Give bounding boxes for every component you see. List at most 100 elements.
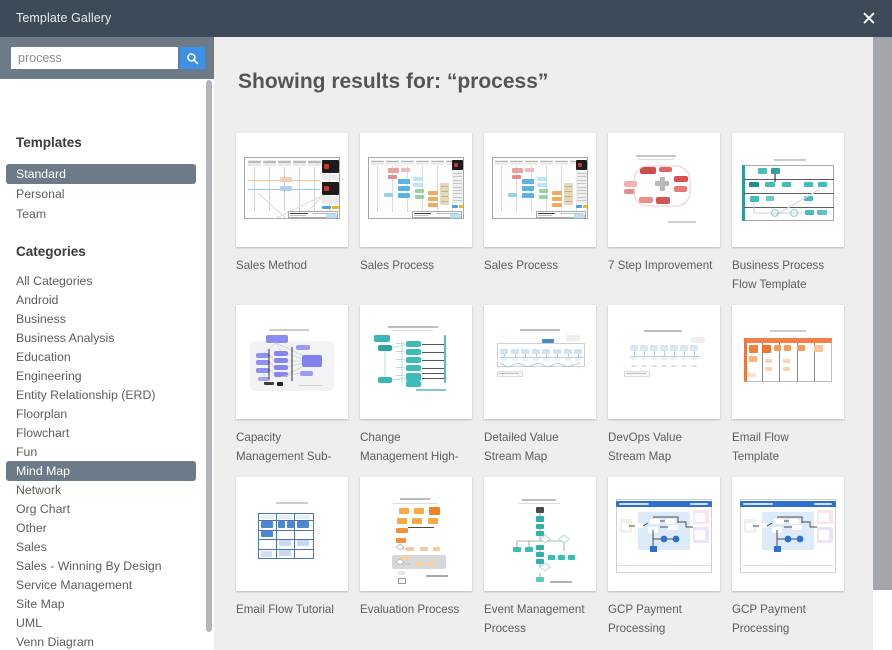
sidebar-category-all-categories[interactable]: All Categories — [0, 271, 204, 291]
templates-heading: Templates — [0, 135, 82, 150]
template-thumbnail[interactable] — [360, 477, 472, 591]
sidebar-source-team[interactable]: Team — [0, 204, 204, 224]
sidebar-category-network[interactable]: Network — [0, 480, 204, 500]
template-card[interactable]: Capacity Management Sub- — [236, 305, 348, 466]
search-button[interactable] — [180, 47, 205, 69]
template-thumbnail[interactable] — [360, 305, 472, 419]
template-card-label: Email Flow Template — [732, 428, 838, 466]
sidebar-source-standard[interactable]: Standard — [6, 164, 196, 184]
template-thumbnail[interactable] — [236, 133, 348, 247]
template-thumbnail[interactable] — [732, 305, 844, 419]
template-card[interactable]: Business Process Flow Template — [732, 133, 844, 294]
thumbnail-artwork — [608, 477, 720, 591]
template-thumbnail[interactable] — [732, 477, 844, 591]
sidebar-category-android[interactable]: Android — [0, 290, 204, 310]
template-card-label: Capacity Management Sub- — [236, 428, 342, 466]
template-card-label: Sales Method — [236, 256, 342, 275]
template-row: Email Flow Tutorial Evaluation Process Eve… — [236, 477, 876, 649]
sidebar-scroll-area[interactable]: Templates StandardPersonalTeam Categories A… — [0, 79, 214, 650]
sidebar-category-mind-map[interactable]: Mind Map — [6, 461, 196, 481]
sidebar-category-floorplan[interactable]: Floorplan — [0, 404, 204, 424]
thumbnail-artwork — [484, 477, 596, 591]
template-row: Capacity Management Sub- Change Managemen… — [236, 305, 876, 477]
title-bar: Template Gallery ✕ — [0, 0, 892, 37]
template-card-label: Email Flow Tutorial — [236, 600, 342, 619]
sidebar-category-fun[interactable]: Fun — [0, 442, 204, 462]
template-card[interactable]: Sales Process — [360, 133, 472, 275]
sidebar-category-business[interactable]: Business — [0, 309, 204, 329]
template-card[interactable]: Email Flow Template — [732, 305, 844, 466]
main-content: Showing results for: “process” Sales Met… — [214, 37, 892, 650]
sidebar: Templates StandardPersonalTeam Categories A… — [0, 37, 214, 650]
thumbnail-artwork — [236, 477, 348, 591]
main-scrollbar-track[interactable] — [873, 37, 892, 650]
template-card-label: DevOps Value Stream Map — [608, 428, 714, 466]
template-thumbnail[interactable] — [608, 305, 720, 419]
close-icon[interactable]: ✕ — [854, 4, 884, 34]
sidebar-category-venn-diagram[interactable]: Venn Diagram — [0, 632, 204, 650]
sidebar-category-other[interactable]: Other — [0, 518, 204, 538]
template-card[interactable]: DevOps Value Stream Map — [608, 305, 720, 466]
thumbnail-artwork — [484, 133, 596, 247]
sidebar-category-engineering[interactable]: Engineering — [0, 366, 204, 386]
search-icon — [186, 52, 199, 65]
sidebar-category-flowchart[interactable]: Flowchart — [0, 423, 204, 443]
categories-heading: Categories — [0, 244, 86, 259]
template-card-label: 7 Step Improvement — [608, 256, 714, 275]
template-thumbnail[interactable] — [236, 305, 348, 419]
template-gallery-dialog: Template Gallery ✕ Templates StandardPers… — [0, 0, 892, 650]
search-input[interactable] — [11, 47, 178, 69]
template-thumbnail[interactable] — [236, 477, 348, 591]
thumbnail-artwork — [360, 477, 472, 591]
main-scrollbar-thumb[interactable] — [873, 37, 892, 590]
sidebar-category-site-map[interactable]: Site Map — [0, 594, 204, 614]
sidebar-category-org-chart[interactable]: Org Chart — [0, 499, 204, 519]
template-thumbnail[interactable] — [484, 477, 596, 591]
page-title: Showing results for: “process” — [238, 70, 548, 94]
template-card[interactable]: Sales Process — [484, 133, 596, 275]
template-grid: Sales Method Sales Process Sales Process 7 … — [236, 133, 876, 649]
thumbnail-artwork — [608, 133, 720, 247]
template-card-label: Change Management High- — [360, 428, 466, 466]
template-thumbnail[interactable] — [608, 133, 720, 247]
template-card[interactable]: Email Flow Tutorial — [236, 477, 348, 619]
template-card[interactable]: Detailed Value Stream Map — [484, 305, 596, 466]
template-card[interactable]: GCP Payment Processing — [608, 477, 720, 638]
template-card[interactable]: 7 Step Improvement — [608, 133, 720, 275]
template-card[interactable]: Sales Method — [236, 133, 348, 275]
sidebar-source-personal[interactable]: Personal — [0, 184, 204, 204]
template-card-label: Event Management Process — [484, 600, 590, 638]
template-card[interactable]: Event Management Process — [484, 477, 596, 638]
template-thumbnail[interactable] — [484, 305, 596, 419]
sidebar-scrollbar-track[interactable] — [207, 79, 213, 650]
thumbnail-artwork — [360, 305, 472, 419]
template-card[interactable]: Evaluation Process — [360, 477, 472, 619]
template-thumbnail[interactable] — [360, 133, 472, 247]
sidebar-category-uml[interactable]: UML — [0, 613, 204, 633]
thumbnail-artwork — [732, 477, 844, 591]
template-card[interactable]: GCP Payment Processing — [732, 477, 844, 638]
sidebar-scrollbar-thumb[interactable] — [206, 80, 212, 632]
sidebar-category-business-analysis[interactable]: Business Analysis — [0, 328, 204, 348]
template-card-label: Business Process Flow Template — [732, 256, 838, 294]
sidebar-category-sales-winning-by-design[interactable]: Sales - Winning By Design — [0, 556, 204, 576]
sidebar-category-entity-relationship-erd[interactable]: Entity Relationship (ERD) — [0, 385, 204, 405]
template-thumbnail[interactable] — [484, 133, 596, 247]
sidebar-category-education[interactable]: Education — [0, 347, 204, 367]
thumbnail-artwork — [608, 305, 720, 419]
template-thumbnail[interactable] — [732, 133, 844, 247]
template-card-label: Evaluation Process — [360, 600, 466, 619]
sidebar-category-sales[interactable]: Sales — [0, 537, 204, 557]
sidebar-category-service-management[interactable]: Service Management — [0, 575, 204, 595]
thumbnail-artwork — [236, 305, 348, 419]
template-card-label: GCP Payment Processing — [608, 600, 714, 638]
template-card-label: Sales Process — [360, 256, 466, 275]
thumbnail-artwork — [732, 133, 844, 247]
template-thumbnail[interactable] — [608, 477, 720, 591]
thumbnail-artwork — [236, 133, 348, 247]
window-title: Template Gallery — [16, 11, 111, 25]
template-row: Sales Method Sales Process Sales Process 7 … — [236, 133, 876, 305]
thumbnail-artwork — [484, 305, 596, 419]
thumbnail-artwork — [360, 133, 472, 247]
template-card[interactable]: Change Management High- — [360, 305, 472, 466]
